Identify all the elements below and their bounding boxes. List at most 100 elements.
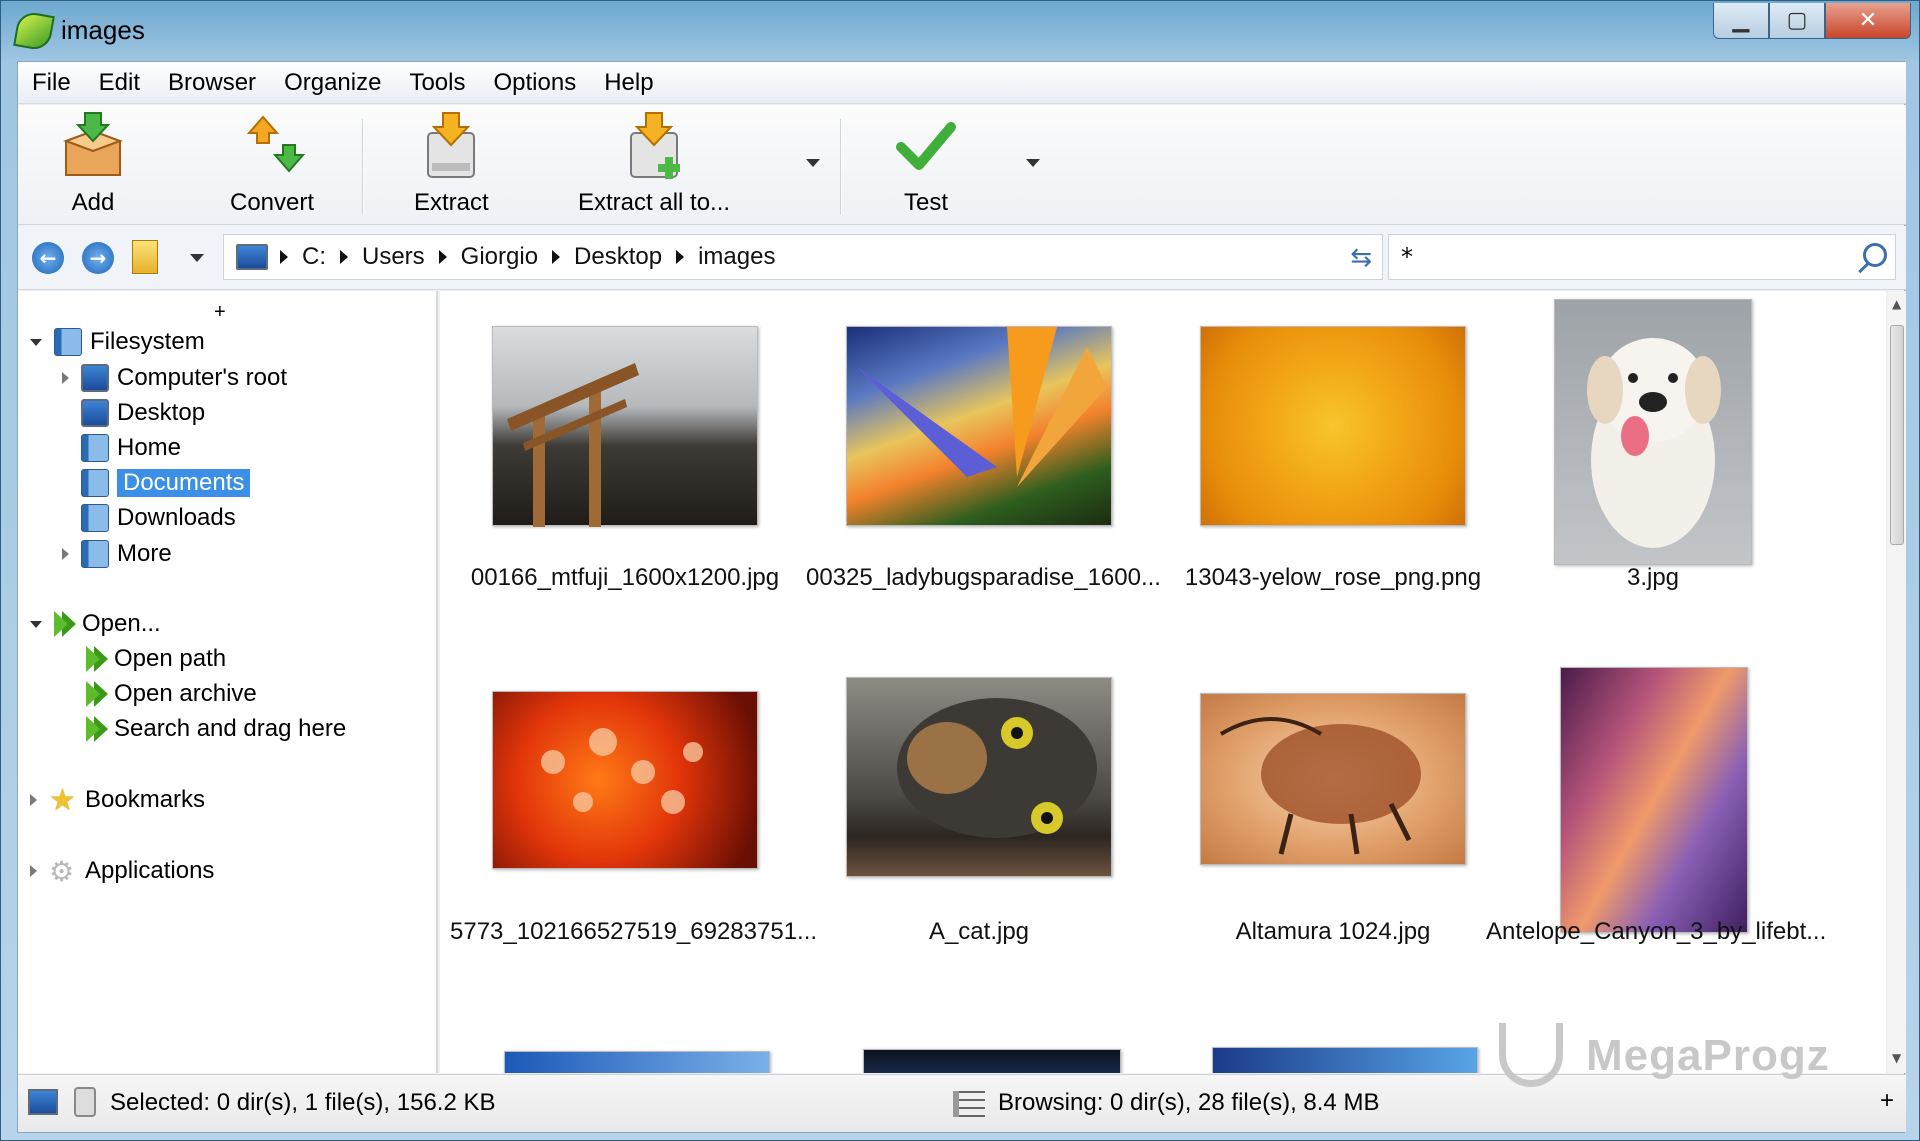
tree-item-documents[interactable]: Documents xyxy=(62,468,251,498)
window-title: images xyxy=(61,15,145,45)
maximize-button[interactable]: ▢ xyxy=(1769,3,1825,39)
extract-all-button[interactable]: Extract all to... xyxy=(578,111,730,221)
tree-item-home[interactable]: Home xyxy=(62,433,181,463)
thumbnail-image xyxy=(492,326,758,527)
test-button[interactable]: Test xyxy=(891,111,961,221)
computer-icon[interactable] xyxy=(236,244,268,270)
tree-item-open-archive[interactable]: Open archive xyxy=(86,679,257,709)
tree-item-more[interactable]: More xyxy=(62,539,172,569)
menu-bar: File Edit Browser Organize Tools Options… xyxy=(18,62,1906,104)
thumbnail-image[interactable] xyxy=(863,1049,1121,1073)
back-icon[interactable]: ← xyxy=(32,242,64,274)
menu-help[interactable]: Help xyxy=(590,69,667,97)
extract-dropdown-arrow-icon[interactable] xyxy=(806,159,820,167)
menu-options[interactable]: Options xyxy=(479,69,590,97)
thumbnail-image xyxy=(492,691,758,869)
forward-icon[interactable]: → xyxy=(82,242,114,274)
application-window: images ▁ ▢ ✕ File Edit Browser Organize … xyxy=(0,0,1920,1141)
tree-item-bookmarks[interactable]: ★ Bookmarks xyxy=(30,783,205,817)
minimize-button[interactable]: ▁ xyxy=(1713,3,1769,39)
thumbnail-item[interactable] xyxy=(1200,326,1466,526)
scroll-up-icon[interactable]: ▲ xyxy=(1892,297,1901,311)
menu-tools[interactable]: Tools xyxy=(395,69,479,97)
tree-item-computers-root[interactable]: Computer's root xyxy=(62,363,287,393)
breadcrumb-arrow-icon[interactable] xyxy=(340,250,348,264)
filter-input[interactable]: * xyxy=(1388,234,1896,280)
expand-arrow-icon[interactable] xyxy=(62,372,69,384)
breadcrumb[interactable]: C: Users Giorgio Desktop images ⇆ xyxy=(223,234,1383,280)
open-arrow-icon xyxy=(86,681,100,707)
thumbnail-image[interactable] xyxy=(1212,1047,1478,1073)
test-dropdown-arrow-icon[interactable] xyxy=(1026,159,1040,167)
extract-all-label: Extract all to... xyxy=(578,189,731,216)
breadcrumb-c-drive[interactable]: C: xyxy=(294,243,334,271)
thumbnail-item[interactable] xyxy=(846,677,1112,877)
tree-item-downloads[interactable]: Downloads xyxy=(62,503,236,533)
browsing-status: Browsing: 0 dir(s), 28 file(s), 8.4 MB xyxy=(998,1089,1380,1116)
tree-item-applications[interactable]: ⚙ Applications xyxy=(30,856,215,887)
star-icon: ★ xyxy=(49,783,76,817)
thumbnail-item[interactable] xyxy=(492,326,758,527)
file-name[interactable]: 00325_ladybugsparadise_1600... xyxy=(806,564,1161,592)
thumbnail-item[interactable] xyxy=(1200,693,1466,865)
breadcrumb-images[interactable]: images xyxy=(690,243,783,271)
tree-item-open-path[interactable]: Open path xyxy=(86,644,226,674)
tree-item-desktop[interactable]: Desktop xyxy=(62,398,205,428)
breadcrumb-giorgio[interactable]: Giorgio xyxy=(453,243,546,271)
tree-item-search-drag[interactable]: Search and drag here xyxy=(86,714,346,744)
expand-arrow-icon[interactable] xyxy=(30,794,37,806)
convert-button[interactable]: Convert xyxy=(230,111,314,221)
file-name[interactable]: 00166_mtfuji_1600x1200.jpg xyxy=(470,564,780,592)
tree-label: Applications xyxy=(85,857,215,884)
menu-browser[interactable]: Browser xyxy=(154,69,270,97)
scrollbar-thumb[interactable] xyxy=(1890,325,1904,545)
file-name[interactable]: 3.jpg xyxy=(1498,564,1808,592)
file-name[interactable]: 5773_102166527519_69283751... xyxy=(450,918,817,946)
lock-icon[interactable] xyxy=(74,1087,96,1117)
menu-file[interactable]: File xyxy=(18,69,85,97)
refresh-icon[interactable]: ⇆ xyxy=(1350,243,1372,273)
folder-icon xyxy=(54,328,82,356)
breadcrumb-users[interactable]: Users xyxy=(354,243,433,271)
tree-item-filesystem[interactable]: Filesystem xyxy=(30,327,205,357)
sidebar-expand-button[interactable]: + xyxy=(214,297,226,327)
menu-organize[interactable]: Organize xyxy=(270,69,395,97)
breadcrumb-arrow-icon[interactable] xyxy=(280,250,288,264)
tree-item-open[interactable]: Open... xyxy=(30,609,161,639)
list-view-icon[interactable] xyxy=(953,1091,985,1117)
desktop-icon xyxy=(81,399,109,427)
status-expand-button[interactable]: + xyxy=(1880,1087,1894,1115)
file-name[interactable]: Antelope_Canyon_3_by_lifebt... xyxy=(1486,918,1826,946)
address-bar: ← → C: Users Giorgio Desktop images ⇆ * xyxy=(18,226,1906,290)
collapse-arrow-icon[interactable] xyxy=(30,338,42,346)
file-name[interactable]: Altamura 1024.jpg xyxy=(1178,918,1488,946)
expand-arrow-icon[interactable] xyxy=(62,548,69,560)
scroll-down-icon[interactable]: ▼ xyxy=(1892,1051,1901,1065)
thumbnail-item[interactable] xyxy=(1560,667,1748,933)
up-folder-icon[interactable] xyxy=(132,240,158,274)
file-name[interactable]: A_cat.jpg xyxy=(824,918,1134,946)
menu-edit[interactable]: Edit xyxy=(85,69,154,97)
title-bar[interactable]: images ▁ ▢ ✕ xyxy=(1,1,1920,59)
add-button[interactable]: Add xyxy=(58,111,128,221)
toolbar-separator xyxy=(840,119,842,215)
thumbnail-item[interactable] xyxy=(1554,299,1752,565)
thumbnail-item[interactable] xyxy=(492,691,758,869)
thumbnail-item[interactable] xyxy=(846,326,1112,526)
expand-arrow-icon[interactable] xyxy=(30,865,37,877)
breadcrumb-desktop[interactable]: Desktop xyxy=(566,243,670,271)
file-name[interactable]: 13043-yelow_rose_png.png xyxy=(1178,564,1488,592)
breadcrumb-arrow-icon[interactable] xyxy=(552,250,561,264)
collapse-arrow-icon[interactable] xyxy=(30,620,42,628)
breadcrumb-arrow-icon[interactable] xyxy=(676,250,685,264)
history-dropdown-arrow-icon[interactable] xyxy=(190,254,204,262)
vertical-scrollbar[interactable]: ▲ ▼ xyxy=(1888,291,1906,1073)
thumbnail-image[interactable] xyxy=(504,1051,770,1073)
close-button[interactable]: ✕ xyxy=(1825,3,1911,39)
search-icon[interactable] xyxy=(1863,243,1887,267)
tree-label: More xyxy=(117,540,172,567)
breadcrumb-arrow-icon[interactable] xyxy=(438,250,447,264)
thumbnail-image xyxy=(1560,667,1748,933)
client-area: File Edit Browser Organize Tools Options… xyxy=(17,61,1906,1133)
extract-button[interactable]: Extract xyxy=(414,111,489,221)
